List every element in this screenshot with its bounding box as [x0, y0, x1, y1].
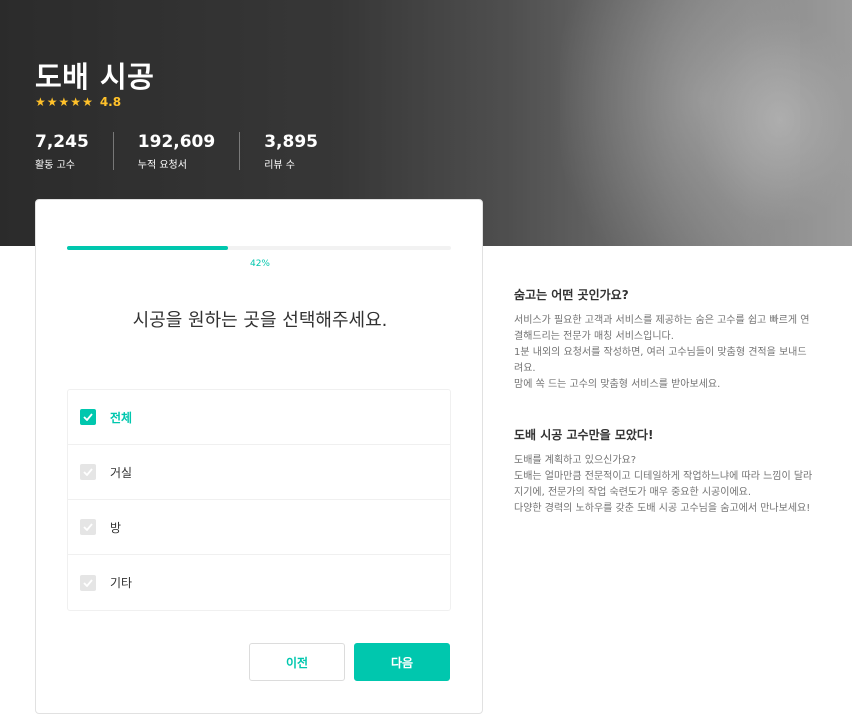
- prev-button[interactable]: 이전: [249, 643, 345, 681]
- progress-percent: 42%: [249, 259, 270, 269]
- stat-total-requests: 192,609 누적 요청서: [137, 132, 241, 171]
- stats: 7,245 활동 고수 192,609 누적 요청서 3,895 리뷰 수: [35, 132, 366, 171]
- option-other[interactable]: 기타: [68, 555, 450, 610]
- info-section-pros: 도배 시공 고수만을 모았다! 도배를 계획하고 있으신가요? 도배는 얼마만큼…: [514, 426, 814, 517]
- progress-bar: [67, 246, 451, 250]
- star-icon: ★: [46, 95, 58, 109]
- star-icon: ★: [70, 95, 82, 109]
- info-body: 도배를 계획하고 있으신가요? 도배는 얼마만큼 전문적이고 디테일하게 작업하…: [514, 455, 813, 514]
- stat-value: 192,609: [137, 132, 216, 152]
- check-icon[interactable]: [80, 464, 96, 480]
- check-icon[interactable]: [80, 409, 96, 425]
- stat-value: 7,245: [35, 132, 89, 152]
- rating-value: 4.8: [99, 95, 122, 109]
- info-title: 도배 시공 고수만을 모았다!: [514, 428, 654, 442]
- option-living-room[interactable]: 거실: [68, 445, 450, 500]
- next-button[interactable]: 다음: [354, 643, 450, 681]
- star-icon: ★: [35, 95, 46, 109]
- option-all[interactable]: 전체: [68, 390, 450, 445]
- option-list: 전체 거실 방 기타: [67, 389, 451, 611]
- info-body: 서비스가 필요한 고객과 서비스를 제공하는 숨은 고수를 쉽고 빠르게 연결해…: [514, 315, 810, 390]
- option-label: 전체: [110, 410, 133, 425]
- option-label: 거실: [110, 465, 133, 480]
- stat-label: 누적 요청서: [137, 160, 187, 171]
- stat-reviews: 3,895 리뷰 수: [264, 132, 342, 171]
- stat-label: 활동 고수: [35, 160, 75, 171]
- stat-value: 3,895: [264, 132, 318, 152]
- stat-label: 리뷰 수: [264, 160, 295, 171]
- stat-active-pros: 7,245 활동 고수: [35, 132, 114, 171]
- option-room[interactable]: 방: [68, 500, 450, 555]
- info-section-about: 숨고는 어떤 곳인가요? 서비스가 필요한 고객과 서비스를 제공하는 숨은 고…: [514, 286, 814, 393]
- request-form-card: 42% 시공을 원하는 곳을 선택해주세요. 전체 거실 방 기타 이전 다음: [35, 199, 483, 714]
- info-title: 숨고는 어떤 곳인가요?: [514, 288, 629, 302]
- check-icon[interactable]: [80, 574, 96, 591]
- star-icon: ★: [82, 95, 93, 109]
- page-title: 도배 시공: [35, 60, 155, 94]
- progress-fill: [67, 246, 229, 250]
- question-title: 시공을 원하는 곳을 선택해주세요.: [132, 310, 388, 331]
- rating: ★ ★ ★ ★ ★ 4.8: [35, 95, 121, 109]
- star-icon: ★: [58, 95, 70, 109]
- option-label: 기타: [110, 576, 133, 590]
- check-icon[interactable]: [80, 519, 96, 535]
- option-label: 방: [110, 520, 122, 535]
